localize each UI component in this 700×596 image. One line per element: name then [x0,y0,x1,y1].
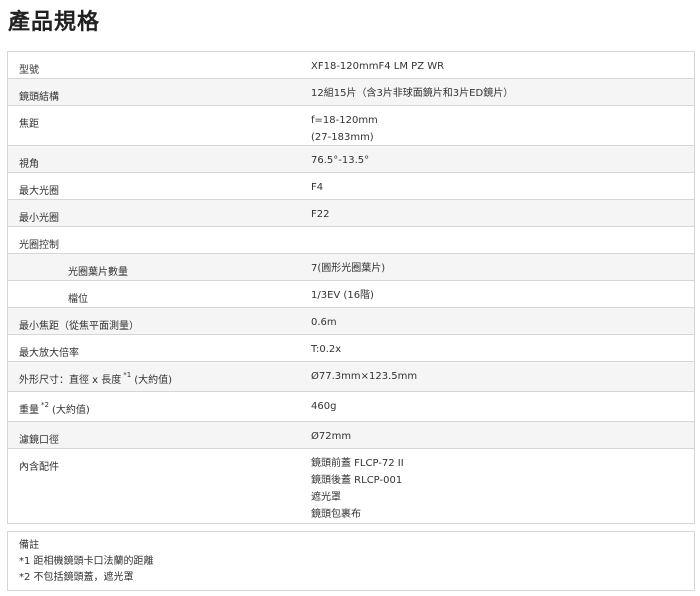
spec-label: 視角 [19,159,39,170]
spec-value: 12組15片（含3片非球面鏡片和3片ED鏡片） [311,88,514,99]
notes-heading: 備註 [19,540,39,551]
spec-label-suffix: (大約值) [134,375,173,386]
spec-row-filter-size: 濾鏡口徑 Ø72mm [8,422,694,449]
spec-row-max-aperture: 最大光圈 F4 [8,173,694,200]
spec-row-blade-count: 光圈葉片數量 7(圓形光圈葉片) [8,254,694,281]
spec-label: 最大放大倍率 [19,348,79,359]
footnote-ref: *1 [123,371,132,379]
spec-row-dimensions: 外形尺寸：直徑 x 長度 *1 (大約值) Ø77.3mm×123.5mm [8,362,694,392]
spec-row-max-magnification: 最大放大倍率 T:0.2x [8,335,694,362]
spec-value: Ø77.3mm×123.5mm [311,371,418,382]
spec-label: 重量 *2 (大約值) [8,392,311,421]
spec-label: 鏡頭結構 [19,92,59,103]
spec-row-min-focus-distance: 最小焦距（從焦平面測量） 0.6m [8,308,694,335]
spec-value: 鏡頭前蓋 FLCP-72 II 鏡頭後蓋 RLCP-001 遮光罩 鏡頭包裹布 [311,458,404,520]
spec-row-stops: 檔位 1/3EV (16階) [8,281,694,308]
spec-label: 焦距 [19,119,39,130]
spec-label: 型號 [19,65,39,76]
spec-label-text: 重量 [19,405,39,416]
spec-row-accessories: 內含配件 鏡頭前蓋 FLCP-72 II 鏡頭後蓋 RLCP-001 遮光罩 鏡… [8,449,694,523]
note-item: *2 不包括鏡頭蓋，遮光罩 [19,572,134,583]
spec-value [311,224,694,253]
spec-label: 內含配件 [19,462,59,473]
spec-label: 最大光圈 [19,186,59,197]
spec-value: 0.6m [311,317,337,328]
spec-row-min-aperture: 最小光圈 F22 [8,200,694,227]
spec-label: 外形尺寸：直徑 x 長度 *1 (大約值) [8,362,311,391]
spec-value: F4 [311,182,324,193]
spec-table: 型號 XF18-120mmF4 LM PZ WR 鏡頭結構 12組15片（含3片… [7,51,695,524]
spec-label: 檔位 [68,294,88,305]
spec-value: F22 [311,209,330,220]
spec-row-aperture-control: 光圈控制 [8,227,694,254]
spec-value: Ø72mm [311,431,352,442]
spec-label: 濾鏡口徑 [19,435,59,446]
spec-row-lens-construction: 鏡頭結構 12組15片（含3片非球面鏡片和3片ED鏡片） [8,79,694,106]
spec-value: 7(圓形光圈葉片) [311,263,386,274]
notes-box: 備註 *1 距相機鏡頭卡口法蘭的距離 *2 不包括鏡頭蓋，遮光罩 [7,531,695,591]
spec-value: 460g [311,401,337,412]
spec-label: 光圈控制 [19,240,59,251]
spec-label: 最小焦距（從焦平面測量） [19,321,139,332]
spec-row-focal-length: 焦距 f=18-120mm (27-183mm) [8,106,694,146]
spec-value: 1/3EV (16階) [311,290,374,301]
spec-row-model: 型號 XF18-120mmF4 LM PZ WR [8,52,694,79]
spec-value: 76.5°-13.5° [311,155,370,166]
page-title: 產品規格 [8,10,101,35]
spec-value: T:0.2x [311,344,342,355]
spec-value: f=18-120mm (27-183mm) [311,115,378,143]
spec-label-text: 外形尺寸：直徑 x 長度 [19,375,122,386]
footnote-ref: *2 [41,401,49,409]
spec-row-weight: 重量 *2 (大約值) 460g [8,392,694,422]
spec-value: XF18-120mmF4 LM PZ WR [311,61,445,72]
spec-row-angle-of-view: 視角 76.5°-13.5° [8,146,694,173]
spec-label: 最小光圈 [19,213,59,224]
spec-label: 光圈葉片數量 [68,267,128,278]
note-item: *1 距相機鏡頭卡口法蘭的距離 [19,556,154,567]
spec-label-suffix: (大約值) [51,405,90,416]
